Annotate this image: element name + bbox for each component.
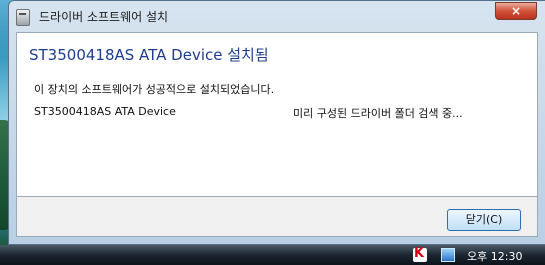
taskbar-clock[interactable]: 오후 12:30 — [467, 248, 522, 264]
dialog-footer: 닫기(C) — [16, 197, 538, 237]
close-icon: × — [510, 4, 522, 18]
taskbar: K 오후 12:30 — [0, 245, 545, 265]
device-row: ST3500418AS ATA Device 미리 구성된 드라이버 폴더 검색… — [34, 105, 524, 121]
install-message: 이 장치의 소프트웨어가 성공적으로 설치되었습니다. — [34, 83, 275, 96]
device-name: ST3500418AS ATA Device — [34, 105, 176, 118]
dialog-content: ST3500418AS ATA Device 설치됨 이 장치의 소프트웨어가 … — [16, 32, 538, 197]
window-title: 드라이버 소프트웨어 설치 — [39, 10, 169, 24]
device-status: 미리 구성된 드라이버 폴더 검색 중... — [293, 107, 463, 120]
driver-install-dialog: 드라이버 소프트웨어 설치 × ST3500418AS ATA Device 설… — [8, 0, 545, 245]
install-heading: ST3500418AS ATA Device 설치됨 — [29, 46, 269, 64]
installer-icon — [16, 9, 30, 26]
window-close-button[interactable]: × — [495, 2, 537, 20]
network-tray-icon[interactable] — [441, 248, 455, 262]
title-bar[interactable]: 드라이버 소프트웨어 설치 × — [9, 1, 545, 31]
antivirus-tray-icon[interactable]: K — [413, 246, 427, 262]
antivirus-glyph: K — [414, 246, 425, 261]
close-button[interactable]: 닫기(C) — [447, 209, 521, 231]
